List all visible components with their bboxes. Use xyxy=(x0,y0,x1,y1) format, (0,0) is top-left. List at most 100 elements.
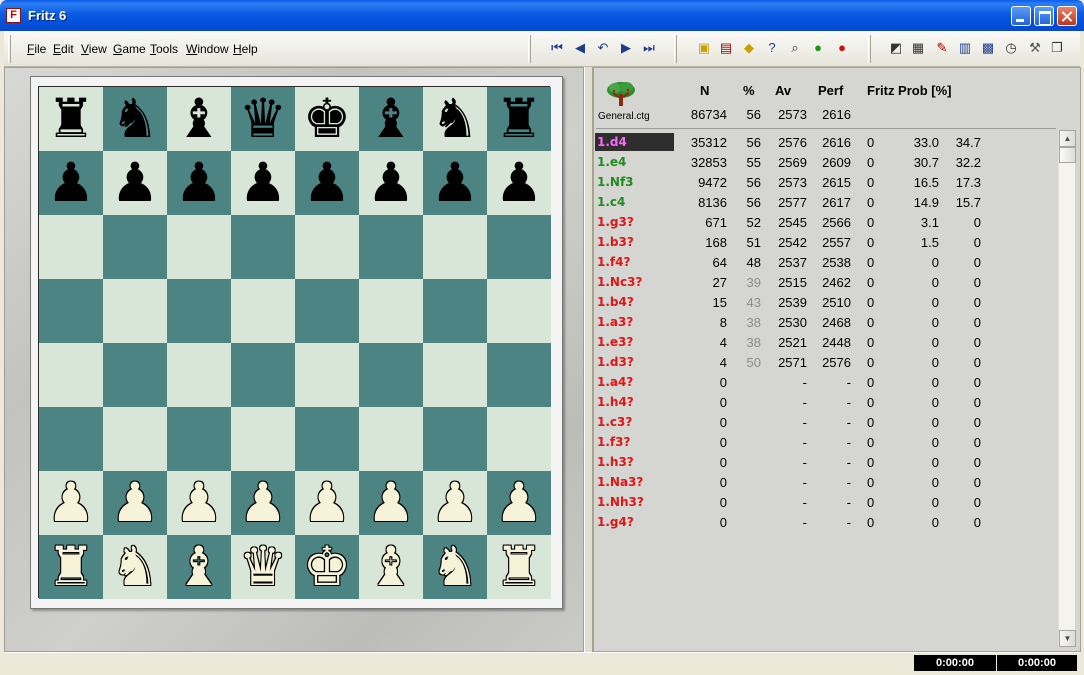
square-a1[interactable]: ♜ xyxy=(39,535,103,599)
book-move-row[interactable]: 1.Nh3? 0 - - 0 0 0 xyxy=(595,492,1055,512)
square-g3[interactable] xyxy=(423,407,487,471)
square-c4[interactable] xyxy=(167,343,231,407)
square-e7[interactable]: ♟ xyxy=(295,151,359,215)
square-h8[interactable]: ♜ xyxy=(487,87,551,151)
square-e1[interactable]: ♚ xyxy=(295,535,359,599)
white-pawn-icon[interactable]: ♟ xyxy=(431,476,479,530)
scroll-down-icon[interactable]: ▼ xyxy=(1059,630,1076,647)
book-move-row[interactable]: 1.d3? 4 50 2571 2576 0 0 0 xyxy=(595,352,1055,372)
stop-icon[interactable]: ● xyxy=(834,40,850,56)
black-pawn-icon[interactable]: ♟ xyxy=(175,156,223,210)
square-d7[interactable]: ♟ xyxy=(231,151,295,215)
pane-splitter[interactable] xyxy=(584,67,593,652)
black-rook-icon[interactable]: ♜ xyxy=(47,92,95,146)
white-pawn-icon[interactable]: ♟ xyxy=(175,476,223,530)
square-b5[interactable] xyxy=(103,279,167,343)
book-move-row[interactable]: 1.f3? 0 - - 0 0 0 xyxy=(595,432,1055,452)
black-bishop-icon[interactable]: ♝ xyxy=(367,92,415,146)
square-b1[interactable]: ♞ xyxy=(103,535,167,599)
square-h1[interactable]: ♜ xyxy=(487,535,551,599)
open-folder-icon[interactable]: ▣ xyxy=(696,40,712,56)
square-b4[interactable] xyxy=(103,343,167,407)
last-move-icon[interactable]: ⏭ xyxy=(641,40,657,56)
book-move-row[interactable]: 1.b4? 15 43 2539 2510 0 0 0 xyxy=(595,292,1055,312)
toolbar-grip[interactable] xyxy=(868,35,871,63)
engine-window-icon[interactable]: ▩ xyxy=(980,40,996,56)
header-fritz-prob[interactable]: Fritz Prob [%] xyxy=(867,83,952,98)
header-n[interactable]: N xyxy=(700,83,709,98)
book-move-row[interactable]: 1.h4? 0 - - 0 0 0 xyxy=(595,392,1055,412)
square-h7[interactable]: ♟ xyxy=(487,151,551,215)
close-button[interactable] xyxy=(1057,6,1077,26)
toolbar-grip[interactable] xyxy=(8,35,11,63)
square-b7[interactable]: ♟ xyxy=(103,151,167,215)
square-e4[interactable] xyxy=(295,343,359,407)
square-c7[interactable]: ♟ xyxy=(167,151,231,215)
fritz-app-icon[interactable]: F xyxy=(6,8,21,23)
white-pawn-icon[interactable]: ♟ xyxy=(495,476,543,530)
black-pawn-icon[interactable]: ♟ xyxy=(303,156,351,210)
black-pawn-icon[interactable]: ♟ xyxy=(367,156,415,210)
book-move-row[interactable]: 1.Nf3 9472 56 2573 2615 0 16.5 17.3 xyxy=(595,172,1055,192)
title-bar[interactable]: F Fritz 6 xyxy=(0,0,1084,31)
square-c2[interactable]: ♟ xyxy=(167,471,231,535)
book-move-row[interactable]: 1.e4 32853 55 2569 2609 0 30.7 32.2 xyxy=(595,152,1055,172)
square-a5[interactable] xyxy=(39,279,103,343)
book-move-row[interactable]: 1.a3? 8 38 2530 2468 0 0 0 xyxy=(595,312,1055,332)
white-pawn-icon[interactable]: ♟ xyxy=(47,476,95,530)
square-b6[interactable] xyxy=(103,215,167,279)
square-b3[interactable] xyxy=(103,407,167,471)
white-queen-icon[interactable]: ♛ xyxy=(239,540,287,594)
square-a3[interactable] xyxy=(39,407,103,471)
analysis-icon[interactable]: ⌕ xyxy=(787,40,803,56)
copy-icon[interactable]: ❐ xyxy=(1049,40,1065,56)
square-g7[interactable]: ♟ xyxy=(423,151,487,215)
tools-icon[interactable]: ⚒ xyxy=(1027,40,1043,56)
white-king-icon[interactable]: ♚ xyxy=(303,540,351,594)
square-h2[interactable]: ♟ xyxy=(487,471,551,535)
book-move-row[interactable]: 1.Na3? 0 - - 0 0 0 xyxy=(595,472,1055,492)
help-question-icon[interactable]: ? xyxy=(764,40,780,56)
take-back-icon[interactable]: ↶ xyxy=(595,40,611,56)
white-pawn-icon[interactable]: ♟ xyxy=(239,476,287,530)
square-h4[interactable] xyxy=(487,343,551,407)
book-move-row[interactable]: 1.a4? 0 - - 0 0 0 xyxy=(595,372,1055,392)
square-h5[interactable] xyxy=(487,279,551,343)
maximize-button[interactable] xyxy=(1034,6,1054,26)
menu-edit[interactable]: Edit xyxy=(53,42,74,56)
book-move-row[interactable]: 1.d4 35312 56 2576 2616 0 33.0 34.7 xyxy=(595,132,1055,152)
scroll-up-icon[interactable]: ▲ xyxy=(1059,130,1076,147)
save-game-icon[interactable]: ▤ xyxy=(718,40,734,56)
first-move-icon[interactable]: ⏮ xyxy=(549,40,565,56)
black-pawn-icon[interactable]: ♟ xyxy=(111,156,159,210)
square-g1[interactable]: ♞ xyxy=(423,535,487,599)
square-g5[interactable] xyxy=(423,279,487,343)
square-b2[interactable]: ♟ xyxy=(103,471,167,535)
black-knight-icon[interactable]: ♞ xyxy=(111,92,159,146)
square-d8[interactable]: ♛ xyxy=(231,87,295,151)
menu-help[interactable]: Help xyxy=(233,42,258,56)
book-move-row[interactable]: 1.b3? 168 51 2542 2557 0 1.5 0 xyxy=(595,232,1055,252)
black-queen-icon[interactable]: ♛ xyxy=(239,92,287,146)
black-king-icon[interactable]: ♚ xyxy=(303,92,351,146)
square-g6[interactable] xyxy=(423,215,487,279)
square-d6[interactable] xyxy=(231,215,295,279)
board-icon[interactable]: ◩ xyxy=(888,40,904,56)
previous-move-icon[interactable]: ◀ xyxy=(572,40,588,56)
square-g2[interactable]: ♟ xyxy=(423,471,487,535)
hint-icon[interactable]: ◆ xyxy=(741,40,757,56)
black-pawn-icon[interactable]: ♟ xyxy=(47,156,95,210)
black-bishop-icon[interactable]: ♝ xyxy=(175,92,223,146)
black-rook-icon[interactable]: ♜ xyxy=(495,92,543,146)
white-pawn-icon[interactable]: ♟ xyxy=(303,476,351,530)
square-c8[interactable]: ♝ xyxy=(167,87,231,151)
square-e5[interactable] xyxy=(295,279,359,343)
book-move-row[interactable]: 1.g3? 671 52 2545 2566 0 3.1 0 xyxy=(595,212,1055,232)
square-f3[interactable] xyxy=(359,407,423,471)
square-c3[interactable] xyxy=(167,407,231,471)
white-bishop-icon[interactable]: ♝ xyxy=(367,540,415,594)
book-scrollbar[interactable]: ▲ ▼ xyxy=(1058,130,1076,647)
square-h3[interactable] xyxy=(487,407,551,471)
header-perf[interactable]: Perf xyxy=(818,83,843,98)
square-c1[interactable]: ♝ xyxy=(167,535,231,599)
